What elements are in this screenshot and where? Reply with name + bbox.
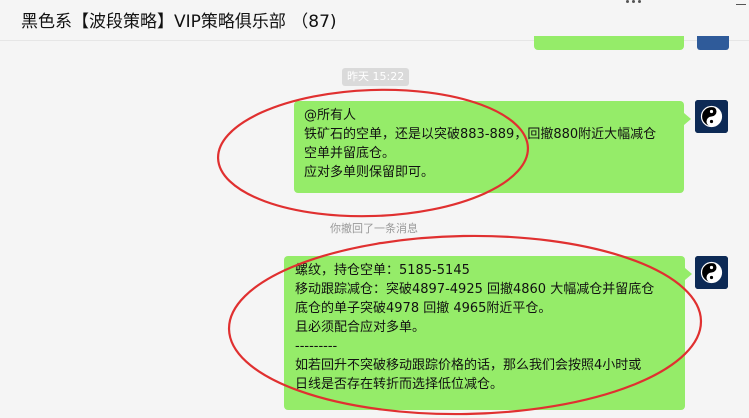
message-line: 铁矿石的空单，还是以突破883-889，回撤880附近大幅减仓	[304, 127, 657, 142]
yin-yang-avatar-icon	[695, 256, 728, 289]
message-line: 日线是否存在转折而选择低位减仓。	[295, 377, 504, 392]
message-bubble-2[interactable]: 螺纹，持仓空单：5185-5145 移动跟踪减仓：突破4897-4925 回撤4…	[284, 256, 692, 410]
message-line: 螺纹，持仓空单：5185-5145	[295, 263, 470, 278]
recall-notice: 你撤回了一条消息	[330, 222, 418, 235]
message-line: 且必须配合应对多单。	[295, 320, 426, 335]
message-line: 空单并留底仓。	[304, 146, 396, 161]
message-bubble-1[interactable]: @所有人 铁矿石的空单，还是以突破883-889，回撤880附近大幅减仓 空单并…	[294, 101, 691, 193]
avatar[interactable]	[695, 256, 728, 289]
yin-yang-avatar-icon	[695, 100, 728, 133]
chat-header: 黑色系【波段策略】VIP策略俱乐部 （87)	[0, 0, 749, 41]
message-line: @所有人	[304, 108, 357, 123]
minimize-icon[interactable]	[736, 0, 746, 10]
message-line: ---------	[295, 339, 338, 354]
message-line: 如若回升不突破移动跟踪价格的话，那么我们会按照4小时或	[295, 358, 642, 373]
message-line: 底仓的单子突破4978 回撤 4965附近平仓。	[295, 301, 552, 316]
chat-title: 黑色系【波段策略】VIP策略俱乐部 （87)	[21, 12, 337, 32]
message-line: 应对多单则保留即可。	[304, 165, 435, 180]
message-line: 移动跟踪减仓：突破4897-4925 回撤4860 大幅减仓并留底仓	[295, 282, 655, 297]
previous-avatar[interactable]	[697, 36, 729, 50]
message-timestamp: 昨天 15:22	[342, 68, 410, 86]
more-icon[interactable]	[622, 0, 644, 10]
avatar[interactable]	[695, 100, 728, 133]
previous-message-bubble[interactable]	[534, 36, 684, 50]
